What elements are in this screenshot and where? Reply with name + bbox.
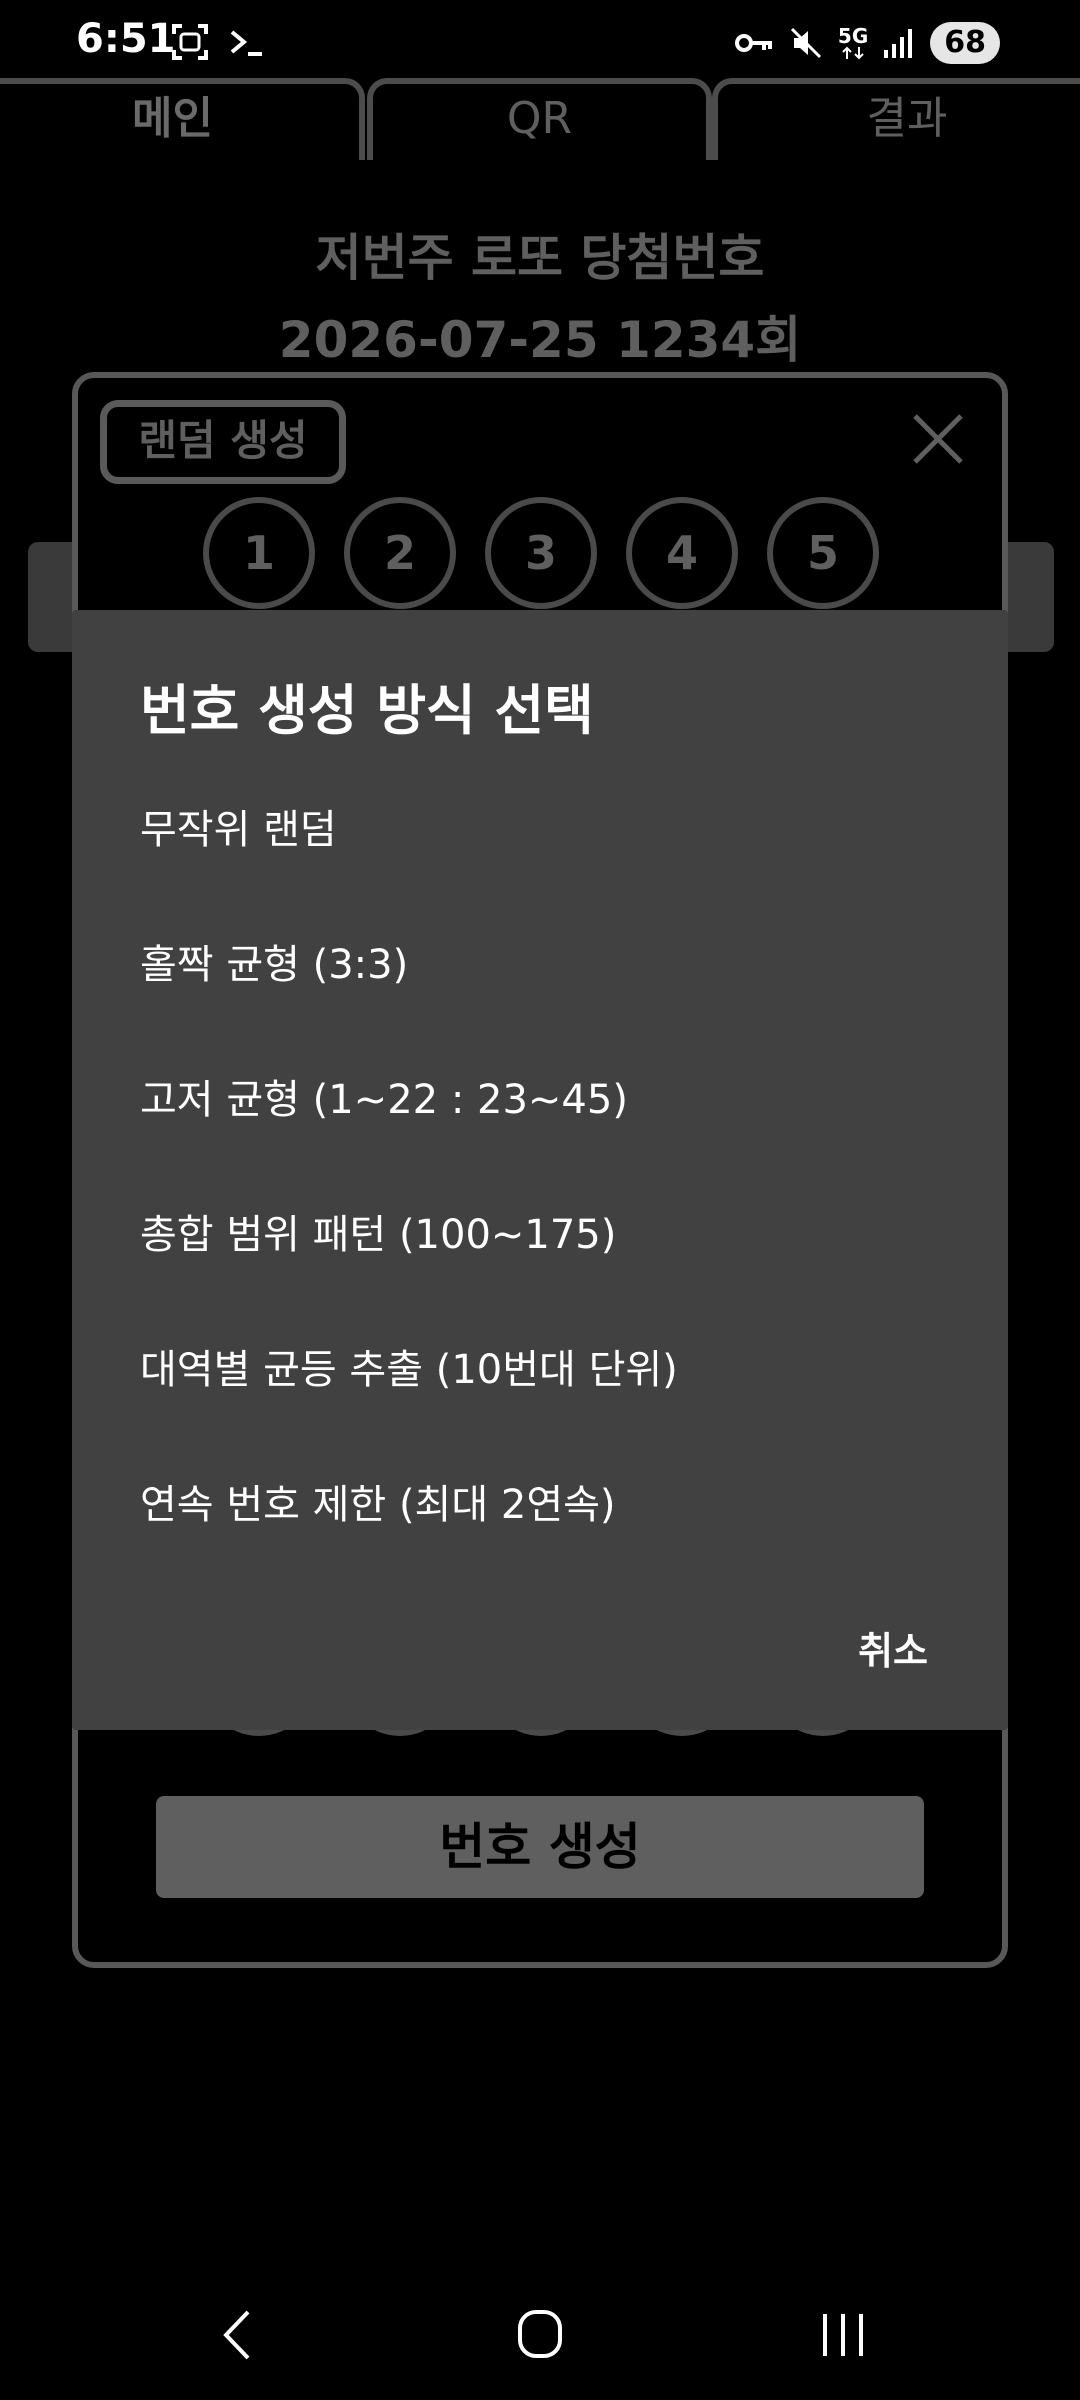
option-high-low[interactable]: 고저 균형 (1~22 : 23~45) — [140, 1055, 940, 1145]
status-left-icons — [170, 22, 266, 62]
status-bar: 6:51 5G 68 — [0, 0, 1080, 90]
lotto-ball: 4 — [626, 497, 738, 609]
close-icon[interactable] — [905, 406, 971, 472]
cancel-button[interactable]: 취소 — [858, 1620, 928, 1675]
network-label: 5G — [837, 24, 869, 48]
key-icon — [734, 34, 772, 52]
page-title: 저번주 로또 당첨번호 — [315, 229, 765, 287]
signal-icon — [884, 29, 913, 58]
draw-date: 2026-07-25 1234회 — [278, 311, 802, 369]
random-badge: 랜덤 생성 — [100, 400, 346, 484]
mute-icon — [790, 27, 821, 59]
screenshot-icon — [172, 24, 208, 60]
option-sum-range[interactable]: 총합 범위 패턴 (100~175) — [140, 1190, 940, 1280]
status-time: 6:51 — [76, 16, 176, 62]
network-type: 5G — [838, 26, 868, 60]
option-consecutive-limit[interactable]: 연속 번호 제한 (최대 2연속) — [140, 1460, 940, 1550]
side-tab-right — [1004, 542, 1054, 652]
battery-indicator: 68 — [930, 22, 1000, 64]
generation-method-dialog: 번호 생성 방식 선택 무작위 랜덤 홀짝 균형 (3:3) 고저 균형 (1~… — [72, 610, 1008, 1730]
dialog-title: 번호 생성 방식 선택 — [140, 679, 594, 742]
home-icon[interactable] — [500, 2300, 580, 2370]
lotto-ball: 2 — [344, 497, 456, 609]
recent-apps-icon[interactable] — [803, 2300, 883, 2370]
back-icon[interactable] — [198, 2300, 278, 2370]
terminal-icon — [230, 30, 262, 56]
option-random[interactable]: 무작위 랜덤 — [140, 785, 940, 875]
option-band-even[interactable]: 대역별 균등 추출 (10번대 단위) — [140, 1325, 940, 1415]
tab-main[interactable]: 메인 — [0, 78, 365, 160]
status-right-icons: 5G 68 — [734, 22, 1000, 64]
generate-button[interactable]: 번호 생성 — [156, 1796, 924, 1898]
lotto-ball: 3 — [485, 497, 597, 609]
data-arrows-icon — [842, 46, 864, 60]
lotto-ball: 5 — [767, 497, 879, 609]
navigation-bar — [0, 2280, 1080, 2390]
side-tab-left — [28, 542, 78, 652]
option-odd-even[interactable]: 홀짝 균형 (3:3) — [140, 920, 940, 1010]
tab-bar: 메인 QR 결과 — [0, 78, 1080, 160]
tab-result[interactable]: 결과 — [712, 78, 1080, 160]
tab-qr[interactable]: QR — [367, 78, 712, 160]
lotto-ball: 1 — [203, 497, 315, 609]
